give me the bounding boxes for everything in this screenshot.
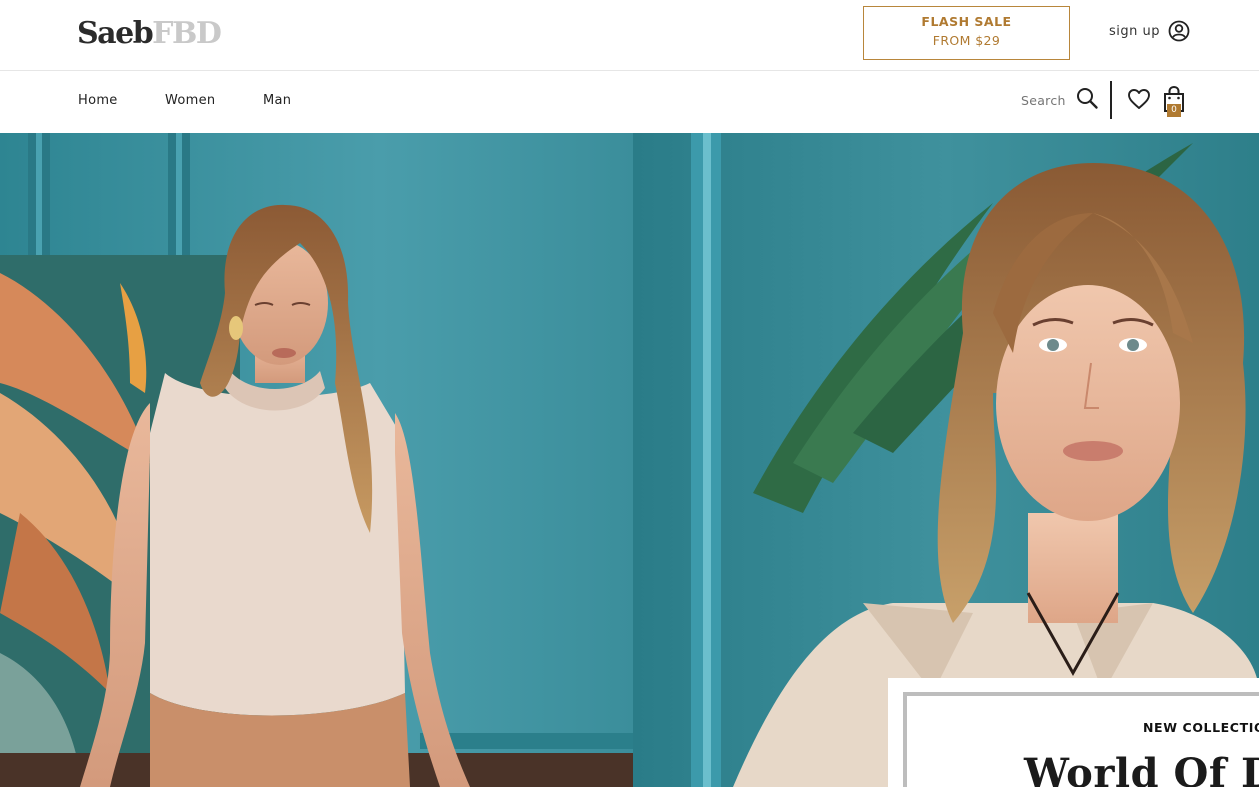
nav-item-home[interactable]: Home xyxy=(78,93,118,108)
user-circle-icon xyxy=(1168,20,1190,46)
search-box xyxy=(1021,87,1099,113)
promo-kicker: NEW COLLECTION xyxy=(1143,720,1259,735)
heart-icon[interactable] xyxy=(1127,88,1151,114)
brand-name-part2: FBD xyxy=(152,16,222,51)
flash-sale-button[interactable]: FLASH SALE FROM $29 xyxy=(863,6,1070,60)
nav-item-women[interactable]: Women xyxy=(165,93,215,108)
search-input[interactable] xyxy=(1021,92,1067,108)
search-icon[interactable] xyxy=(1075,86,1099,114)
flash-sale-subtitle: FROM $29 xyxy=(932,33,1001,48)
hero-image-left xyxy=(0,133,633,787)
top-bar: SaebFBD FLASH SALE FROM $29 sign up xyxy=(0,0,1259,71)
brand-logo[interactable]: SaebFBD xyxy=(77,14,222,54)
main-nav: Home Women Man xyxy=(0,71,1259,133)
nav-item-man[interactable]: Man xyxy=(263,93,291,108)
sign-up-link[interactable]: sign up xyxy=(1109,20,1190,46)
nav-divider xyxy=(1110,81,1112,119)
promo-title: World Of D xyxy=(1024,750,1259,787)
cart-count-badge: 0 xyxy=(1167,104,1181,117)
flash-sale-title: FLASH SALE xyxy=(921,14,1012,29)
brand-name-part1: Saeb xyxy=(77,16,154,51)
sign-up-label: sign up xyxy=(1109,23,1160,39)
